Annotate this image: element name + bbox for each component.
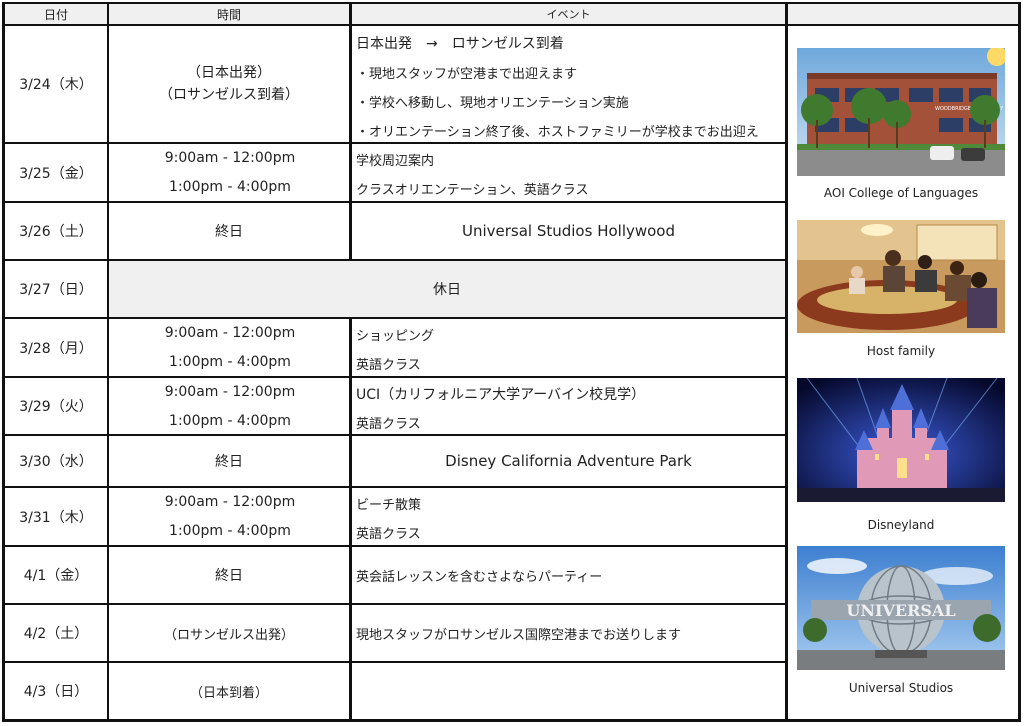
time-cell: 終日 [215,224,243,240]
time-cell: 終日 [215,568,243,584]
date-cell: 3/29（火） [19,399,93,415]
host-family-photo [797,220,1005,333]
event-line: 現地スタッフがロサンゼルス国際空港までお送りします [356,628,682,643]
date-cell: 3/28（月） [19,340,93,357]
header-photo [788,4,1018,24]
event-line: ショッピング [356,329,435,344]
school-building-photo: WOODBRIDGE OPTOMETRY [797,48,1005,176]
time-line: （日本出発） [187,65,271,81]
event-cell: Universal Studios Hollywood [461,222,676,240]
event-line: ・学校へ移動し、現地オリエンテーション実施 [356,96,629,111]
time-line: 1:00pm - 4:00pm [169,354,291,370]
svg-text:UNIVERSAL: UNIVERSAL [846,601,955,620]
event-line: ビーチ散策 [356,498,422,513]
time-line: 9:00am - 12:00pm [164,384,296,400]
header-event: イベント [352,4,785,24]
event-line: 英語クラス [356,417,421,432]
event-line: UCI（カリフォルニア大学アーバイン校見学） [356,387,646,403]
disneyland-photo [797,378,1005,502]
event-line: ・現地スタッフが空港まで出迎えます [356,67,578,82]
event-line: ・オリエンテーション終了後、ホストファミリーが学校までお出迎え [356,125,759,140]
photo-caption: Disneyland [867,518,935,532]
photo-caption: Host family [866,344,936,358]
date-cell: 3/25（金） [19,165,93,182]
photo-caption: Universal Studios [848,681,954,695]
date-cell: 3/31（木） [19,509,93,526]
event-line: 英語クラス [356,358,421,373]
date-cell: 4/1（金） [23,568,89,584]
time-line: （ロサンゼルス到着） [159,87,299,103]
photo-caption: AOI College of Languages [823,186,979,200]
time-line: 9:00am - 12:00pm [164,494,296,510]
event-cell: Disney California Adventure Park [445,452,692,470]
holiday-cell: 休日 [109,261,785,317]
date-cell: 3/30（水） [19,454,93,470]
time-line: 9:00am - 12:00pm [164,150,296,166]
event-line: 英会話レッスンを含むさよならパーティー [356,570,603,585]
event-line: 学校周辺案内 [356,154,435,169]
event-line: クラスオリエンテーション、英語クラス [356,183,589,198]
date-cell: 4/3（日） [23,684,89,700]
header-date: 日付 [5,4,107,24]
time-cell: （ロサンゼルス出発） [163,627,294,643]
date-cell: 3/27（日） [19,282,93,298]
time-line: 1:00pm - 4:00pm [169,179,291,195]
date-cell: 3/26（土） [19,224,93,240]
time-cell: （日本出発） （ロサンゼルス到着） [109,26,349,142]
time-line: 9:00am - 12:00pm [164,325,296,341]
time-cell: 終日 [215,454,243,470]
universal-studios-photo: UNIVERSAL [797,546,1005,670]
date-cell: 3/24（木） [19,77,93,93]
header-time: 時間 [109,4,349,24]
time-line: 1:00pm - 4:00pm [169,523,291,539]
time-line: 1:00pm - 4:00pm [169,413,291,429]
date-cell: 4/2（土） [23,626,89,642]
event-line: 日本出発 → ロサンゼルス到着 [356,36,564,52]
time-cell: （日本到着） [189,685,268,701]
event-line: 英語クラス [356,527,421,542]
